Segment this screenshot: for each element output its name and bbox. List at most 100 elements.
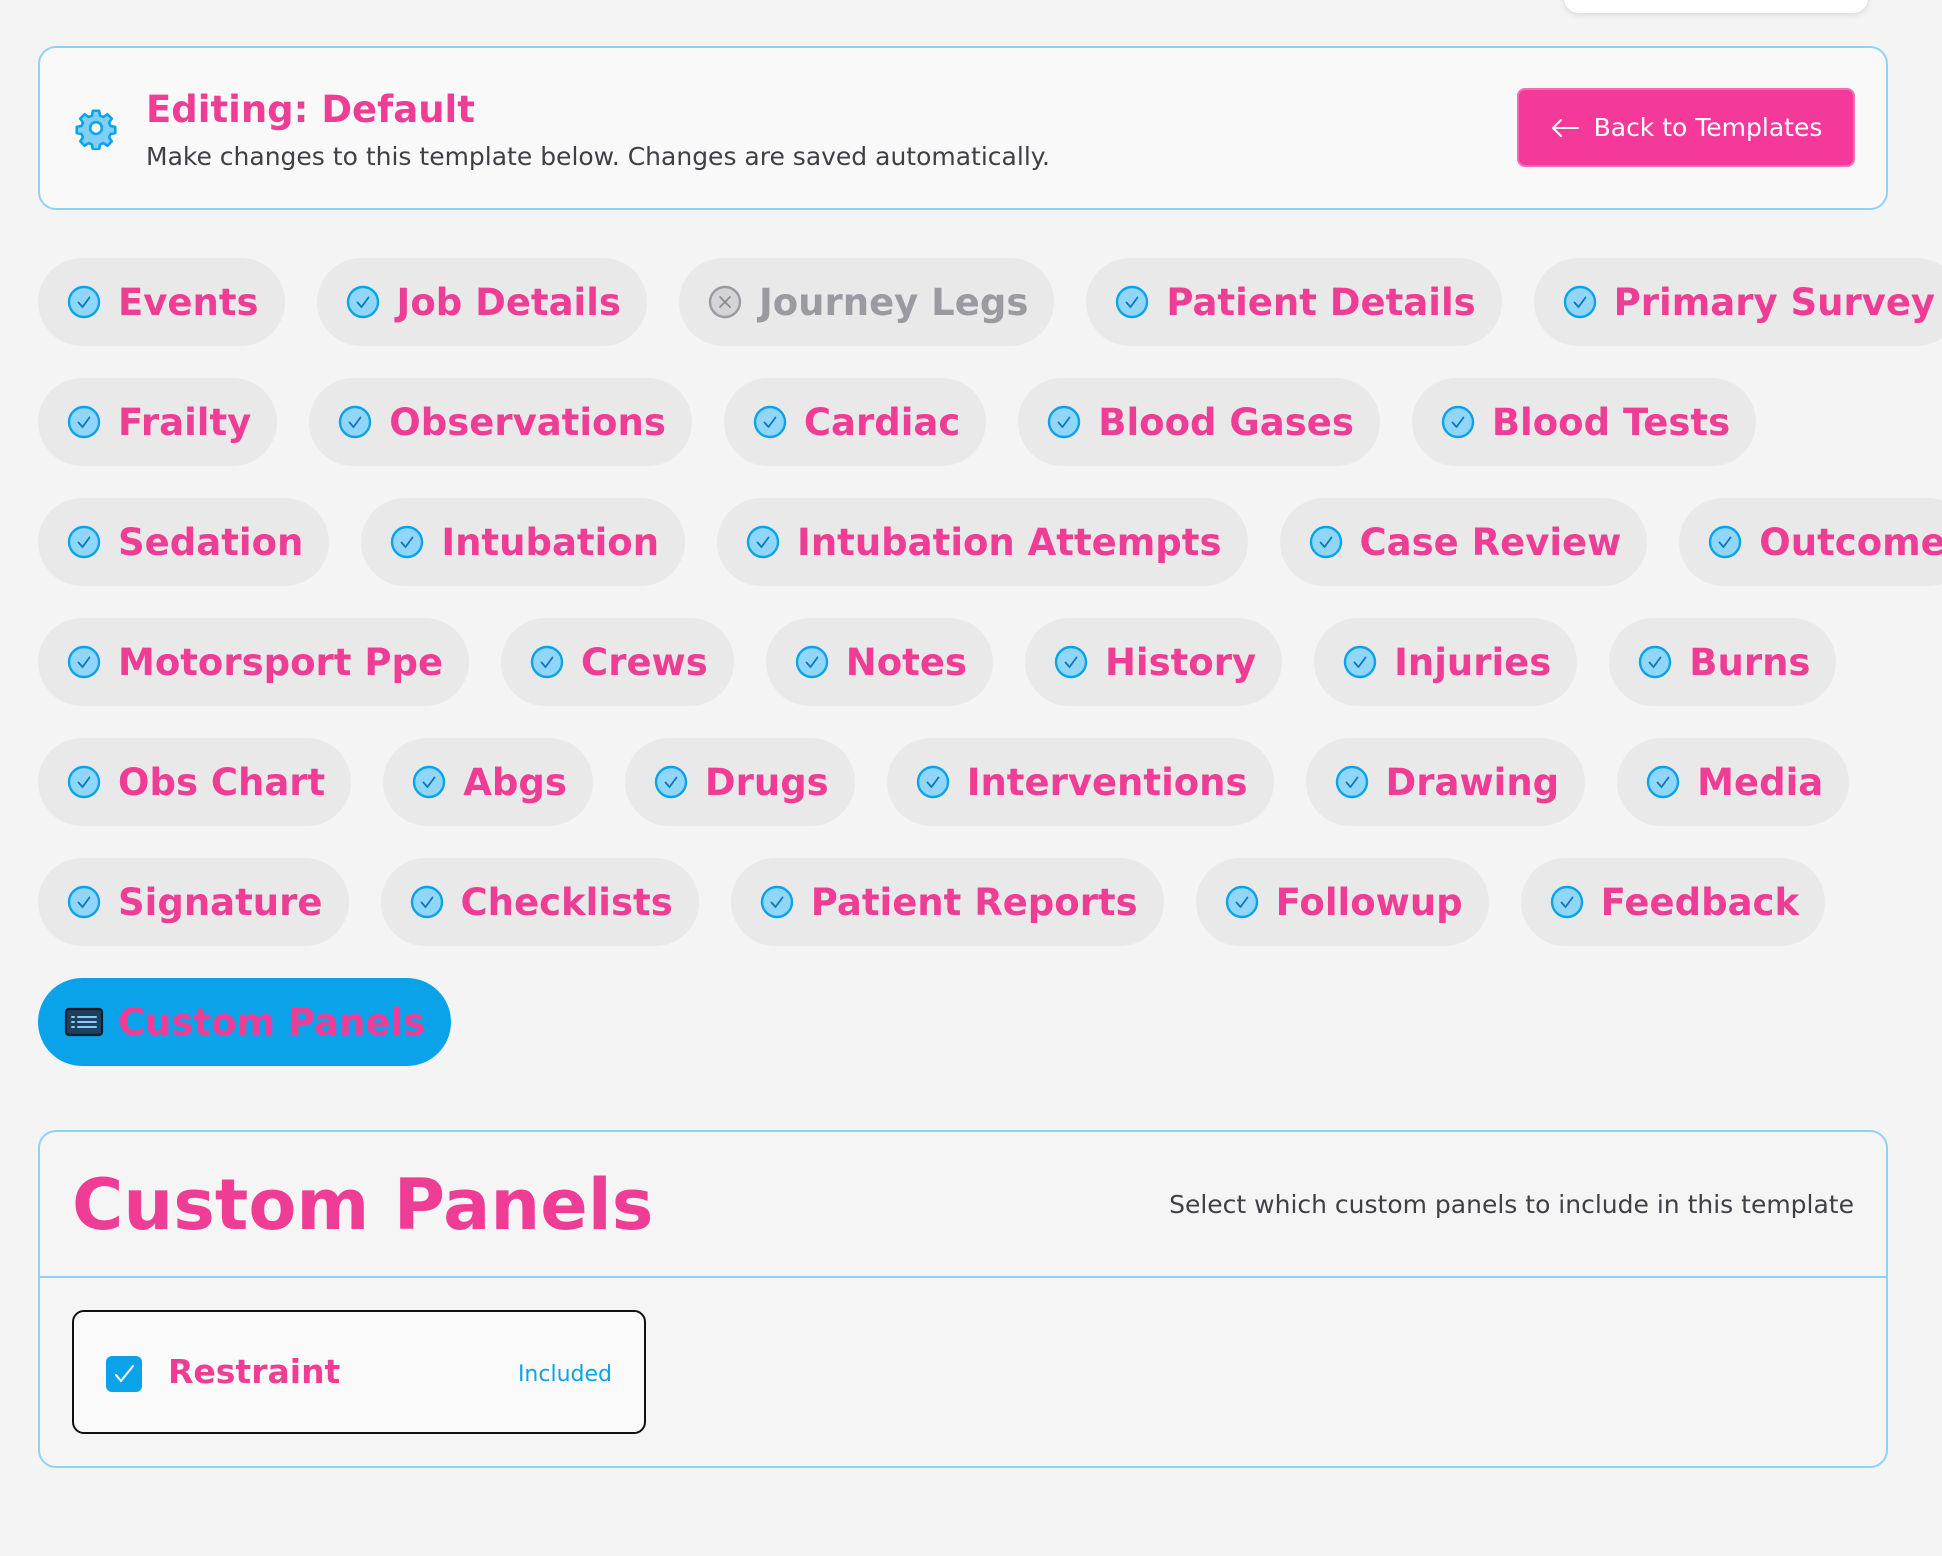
custom-panels-description: Select which custom panels to include in… <box>1169 1190 1854 1219</box>
custom-panels-title: Custom Panels <box>72 1164 654 1246</box>
section-chip-label: Blood Tests <box>1491 400 1731 444</box>
check-circle-icon <box>1335 765 1368 799</box>
section-chip-label: Media <box>1697 760 1824 804</box>
check-circle-icon <box>1343 645 1377 679</box>
page-title: Editing: Default <box>146 88 475 131</box>
section-chip-history[interactable]: History <box>1024 618 1283 706</box>
check-circle-icon <box>1309 525 1342 559</box>
chip-row: Custom Panels <box>38 978 1898 1066</box>
section-toggle-list: Events Job Details Journey Legs Patient Det… <box>38 258 1942 1098</box>
section-chip-notes[interactable]: Notes <box>765 618 993 706</box>
section-chip-label: Interventions <box>966 760 1248 804</box>
custom-panel-label: Restraint <box>168 1352 341 1391</box>
tab-custom-panels-label: Custom Panels <box>118 1000 426 1044</box>
section-chip-cardiac[interactable]: Cardiac <box>723 378 987 466</box>
section-chip-label: Primary Survey <box>1613 280 1936 324</box>
check-circle-icon <box>1550 885 1583 919</box>
section-chip-label: Cardiac <box>803 400 961 444</box>
section-chip-label: Burns <box>1689 640 1811 684</box>
section-chip-followup[interactable]: Followup <box>1195 858 1489 946</box>
section-chip-label: Checklists <box>460 880 673 924</box>
section-chip-signature[interactable]: Signature <box>38 858 349 946</box>
section-chip-label: Observations <box>389 400 666 444</box>
section-chip-blood-gases[interactable]: Blood Gases <box>1018 378 1380 466</box>
section-chip-label: Followup <box>1275 880 1463 924</box>
section-chip-burns[interactable]: Burns <box>1609 618 1837 706</box>
check-circle-icon <box>1563 285 1596 319</box>
custom-panels-header: Custom Panels Select which custom panels… <box>40 1132 1886 1278</box>
check-circle-icon <box>1709 525 1742 559</box>
section-chip-interventions[interactable]: Interventions <box>886 738 1274 826</box>
section-chip-label: History <box>1104 640 1257 684</box>
list-panel-icon <box>64 1007 104 1037</box>
check-circle-icon <box>67 645 101 679</box>
section-chip-label: Blood Gases <box>1098 400 1354 444</box>
section-chip-drugs[interactable]: Drugs <box>624 738 855 826</box>
section-chip-feedback[interactable]: Feedback <box>1520 858 1826 946</box>
section-chip-abgs[interactable]: Abgs <box>383 738 593 826</box>
section-chip-drawing[interactable]: Drawing <box>1305 738 1586 826</box>
page-subtitle: Make changes to this template below. Cha… <box>146 142 1050 171</box>
chip-row: Frailty Observations Cardiac Blood Gases Blo… <box>38 378 1898 466</box>
section-chip-frailty[interactable]: Frailty <box>38 378 278 466</box>
section-chip-checklists[interactable]: Checklists <box>380 858 699 946</box>
check-circle-icon <box>67 405 101 439</box>
section-chip-label: Case Review <box>1359 520 1622 564</box>
section-chip-intubation-attempts[interactable]: Intubation Attempts <box>717 498 1248 586</box>
section-chip-label: Drawing <box>1385 760 1560 804</box>
check-circle-icon <box>67 285 101 319</box>
back-to-templates-button[interactable]: Back to Templates <box>1517 88 1855 167</box>
restraint-checkbox[interactable] <box>106 1356 142 1392</box>
section-chip-label: Crews <box>581 640 708 684</box>
section-chip-sedation[interactable]: Sedation <box>38 498 330 586</box>
check-circle-icon <box>1225 885 1258 919</box>
section-chip-label: Intubation Attempts <box>797 520 1222 564</box>
custom-panel-status: Included <box>517 1362 612 1387</box>
check-circle-icon <box>1054 645 1088 679</box>
checkmark-icon <box>115 1365 134 1382</box>
section-chip-label: Feedback <box>1600 880 1800 924</box>
check-circle-icon <box>391 525 424 559</box>
section-chip-injuries[interactable]: Injuries <box>1314 618 1578 706</box>
check-circle-icon <box>746 525 780 559</box>
tab-custom-panels[interactable]: Custom Panels <box>38 978 452 1066</box>
section-chip-patient-details[interactable]: Patient Details <box>1086 258 1502 346</box>
section-chip-blood-tests[interactable]: Blood Tests <box>1411 378 1757 466</box>
chip-row: Obs Chart Abgs Drugs Interventions Drawing Me… <box>38 738 1898 826</box>
check-circle-icon <box>753 405 787 439</box>
section-chip-label: Abgs <box>463 760 567 804</box>
section-chip-label: Job Details <box>396 280 621 324</box>
section-chip-observations[interactable]: Observations <box>309 378 692 466</box>
check-circle-icon <box>413 765 446 799</box>
custom-panel-option-restraint[interactable]: Restraint Included <box>72 1310 646 1434</box>
section-chip-label: Injuries <box>1394 640 1552 684</box>
check-circle-icon <box>530 645 564 679</box>
section-chip-label: Patient Details <box>1166 280 1476 324</box>
section-chip-label: Frailty <box>118 400 252 444</box>
section-chip-obs-chart[interactable]: Obs Chart <box>38 738 352 826</box>
custom-panels-card: Custom Panels Select which custom panels… <box>38 1130 1888 1468</box>
section-chip-label: Sedation <box>118 520 304 564</box>
section-chip-label: Notes <box>845 640 967 684</box>
section-chip-outcome[interactable]: Outcome <box>1679 498 1942 586</box>
section-chip-case-review[interactable]: Case Review <box>1279 498 1648 586</box>
section-chip-patient-reports[interactable]: Patient Reports <box>730 858 1164 946</box>
section-chip-events[interactable]: Events <box>38 258 285 346</box>
section-chip-journey-legs[interactable]: Journey Legs <box>678 258 1055 346</box>
section-chip-job-details[interactable]: Job Details <box>316 258 647 346</box>
section-chip-crews[interactable]: Crews <box>501 618 734 706</box>
section-chip-motorsport-ppe[interactable]: Motorsport Ppe <box>38 618 470 706</box>
section-chip-label: Patient Reports <box>810 880 1138 924</box>
check-circle-icon <box>1639 645 1672 679</box>
editing-header: Editing: Default Make changes to this te… <box>38 46 1888 210</box>
check-circle-icon <box>654 765 688 799</box>
section-chip-label: Signature <box>118 880 323 924</box>
section-chip-intubation[interactable]: Intubation <box>361 498 686 586</box>
check-circle-icon <box>1646 765 1680 799</box>
section-chip-media[interactable]: Media <box>1617 738 1850 826</box>
section-chip-label: Obs Chart <box>118 760 326 804</box>
check-circle-icon <box>1441 405 1475 439</box>
section-chip-label: Drugs <box>704 760 829 804</box>
chip-row: Events Job Details Journey Legs Patient Det… <box>38 258 1942 346</box>
section-chip-primary-survey[interactable]: Primary Survey <box>1533 258 1942 346</box>
